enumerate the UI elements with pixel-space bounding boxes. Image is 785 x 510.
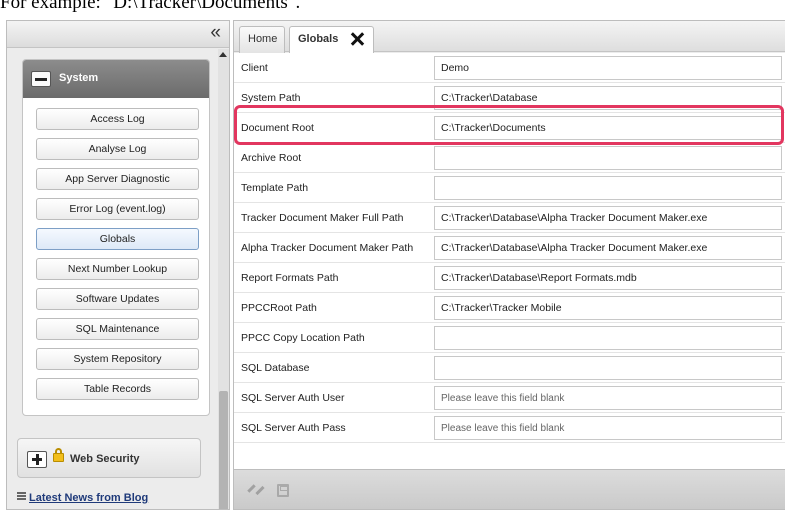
form-row-template-path: Template Path — [234, 173, 785, 203]
system-path-field[interactable] — [434, 86, 782, 110]
field-label: Client — [241, 62, 268, 74]
nav-globals[interactable]: Globals — [36, 228, 199, 250]
field-label: Archive Root — [241, 152, 302, 164]
form-row-sql-server-auth-user: SQL Server Auth User — [234, 383, 785, 413]
tab-home-label: Home — [248, 33, 278, 45]
field-label: SQL Server Auth User — [241, 392, 345, 404]
sql-database-field[interactable] — [434, 356, 782, 380]
scroll-up-icon[interactable] — [219, 52, 227, 57]
tab-home[interactable]: Home — [239, 26, 285, 53]
field-label: PPCCRoot Path — [241, 302, 317, 314]
system-panel-title: System — [59, 72, 99, 84]
nav-software-updates[interactable]: Software Updates — [36, 288, 199, 310]
form-row-sql-database: SQL Database — [234, 353, 785, 383]
form-row-document-root: Document Root — [234, 113, 785, 143]
intro-text: For example: "D:\Tracker\Documents". — [0, 0, 301, 13]
scroll-thumb[interactable] — [219, 391, 228, 509]
clear-icon[interactable] — [248, 482, 266, 500]
tracker-doc-maker-full-path-field[interactable] — [434, 206, 782, 230]
nav-error-log[interactable]: Error Log (event.log) — [36, 198, 199, 220]
nav-app-server-diagnostic[interactable]: App Server Diagnostic — [36, 168, 199, 190]
field-label: Report Formats Path — [241, 272, 339, 284]
nav-access-log[interactable]: Access Log — [36, 108, 199, 130]
nav-table-records[interactable]: Table Records — [36, 378, 199, 400]
nav-system-repository[interactable]: System Repository — [36, 348, 199, 370]
field-label: Document Root — [241, 122, 314, 134]
system-panel: System Access Log Analyse Log App Server… — [22, 59, 210, 416]
right-pane: Home Globals Client System Path Document… — [233, 20, 785, 510]
collapse-pane-icon[interactable]: « — [210, 23, 221, 43]
nav-next-number-lookup[interactable]: Next Number Lookup — [36, 258, 199, 280]
left-scrollbar[interactable] — [218, 49, 229, 509]
tab-bar: Home Globals — [234, 21, 785, 53]
form-row-sql-server-auth-pass: SQL Server Auth Pass — [234, 413, 785, 443]
field-label: SQL Server Auth Pass — [241, 422, 346, 434]
news-icon — [17, 492, 26, 500]
form-row-ppcc-copy-location-path: PPCC Copy Location Path — [234, 323, 785, 353]
form-row-archive-root: Archive Root — [234, 143, 785, 173]
left-pane: « System Access Log Analyse Log App Serv… — [6, 20, 230, 510]
ppcc-copy-location-path-field[interactable] — [434, 326, 782, 350]
tab-globals[interactable]: Globals — [289, 26, 374, 53]
sql-server-auth-user-field[interactable] — [434, 386, 782, 410]
nav-analyse-log[interactable]: Analyse Log — [36, 138, 199, 160]
collapse-minus-icon[interactable] — [31, 71, 51, 87]
archive-root-field[interactable] — [434, 146, 782, 170]
globals-form: Client System Path Document Root Archive… — [234, 53, 785, 469]
sql-server-auth-pass-field[interactable] — [434, 416, 782, 440]
latest-news-label: Latest News from Blog — [29, 492, 149, 504]
field-label: SQL Database — [241, 362, 310, 374]
client-field[interactable] — [434, 56, 782, 80]
report-formats-path-field[interactable] — [434, 266, 782, 290]
document-root-field[interactable] — [434, 116, 782, 140]
nav-sql-maintenance[interactable]: SQL Maintenance — [36, 318, 199, 340]
field-label: Template Path — [241, 182, 309, 194]
latest-news-link[interactable]: Latest News from Blog — [17, 492, 148, 504]
web-security-panel[interactable]: Web Security — [17, 438, 201, 478]
field-label: System Path — [241, 92, 301, 104]
system-panel-header[interactable]: System — [23, 60, 209, 98]
tab-globals-label: Globals — [298, 33, 339, 45]
form-row-alpha-tracker-doc-maker-path: Alpha Tracker Document Maker Path — [234, 233, 785, 263]
close-icon[interactable] — [350, 32, 364, 46]
field-label: Tracker Document Maker Full Path — [241, 212, 404, 224]
left-pane-header: « — [7, 21, 229, 48]
form-row-report-formats-path: Report Formats Path — [234, 263, 785, 293]
form-row-system-path: System Path — [234, 83, 785, 113]
form-row-tracker-doc-maker-full-path: Tracker Document Maker Full Path — [234, 203, 785, 233]
expand-plus-icon[interactable] — [27, 451, 47, 468]
template-path-field[interactable] — [434, 176, 782, 200]
web-security-title: Web Security — [70, 453, 140, 465]
form-row-client: Client — [234, 53, 785, 83]
ppccroot-path-field[interactable] — [434, 296, 782, 320]
lock-icon — [53, 448, 64, 462]
field-label: PPCC Copy Location Path — [241, 332, 365, 344]
alpha-tracker-doc-maker-path-field[interactable] — [434, 236, 782, 260]
save-icon[interactable] — [277, 484, 289, 497]
form-footer-toolbar — [234, 469, 785, 509]
field-label: Alpha Tracker Document Maker Path — [241, 242, 414, 254]
form-row-ppccroot-path: PPCCRoot Path — [234, 293, 785, 323]
